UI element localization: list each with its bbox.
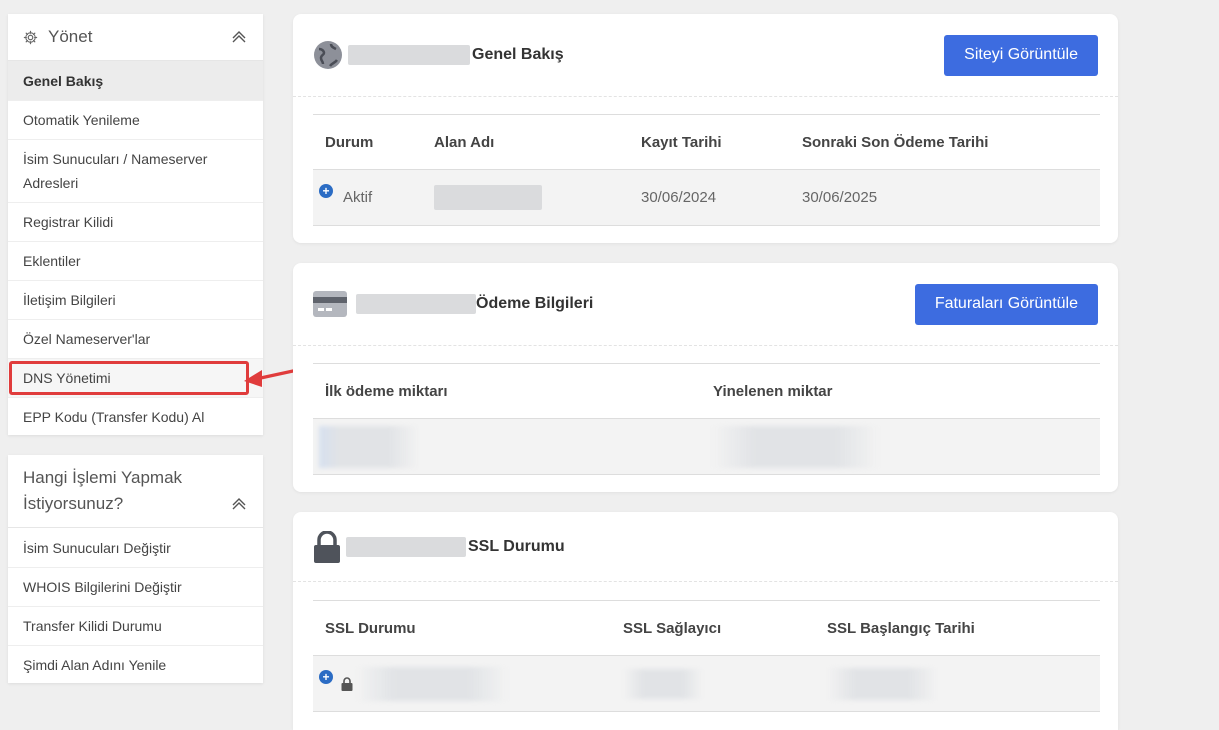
view-invoices-button[interactable]: Faturaları Görüntüle (914, 283, 1098, 325)
redacted-ssl-provider (623, 668, 703, 699)
next-due-value: 30/06/2025 (790, 169, 1100, 226)
billing-table: İlk ödeme miktarı Yinelenen miktar (313, 363, 1100, 475)
redacted-domain (348, 45, 470, 65)
actions-menu: İsim Sunucuları Değiştir WHOIS Bilgileri… (8, 528, 263, 684)
col-next-due: Sonraki Son Ödeme Tarihi (790, 114, 1100, 170)
actions-panel-header[interactable]: Hangi İşlemi Yapmak İstiyorsunuz? (8, 455, 263, 528)
table-row (313, 418, 1100, 475)
manage-panel-title: Yönet (48, 27, 93, 46)
overview-card: Genel Bakış Siteyi Görüntüle Durum Alan … (293, 14, 1118, 243)
credit-card-icon (313, 291, 347, 317)
billing-card-header: Ödeme Bilgileri Faturaları Görüntüle (293, 263, 1118, 346)
plus-circle-icon[interactable]: + (319, 670, 333, 684)
overview-table: Durum Alan Adı Kayıt Tarihi Sonraki Son … (313, 114, 1100, 226)
ssl-title: SSL Durumu (468, 537, 565, 555)
col-recurring: Yinelenen miktar (701, 363, 1100, 419)
manage-panel-header[interactable]: Yönet (8, 14, 263, 61)
sidebar-item-registrar-lock[interactable]: Registrar Kilidi (8, 202, 263, 241)
overview-title: Genel Bakış (472, 46, 564, 63)
table-row: + (313, 655, 1100, 712)
col-first-payment: İlk ödeme miktarı (313, 363, 701, 419)
gear-icon (23, 30, 38, 44)
col-ssl-provider: SSL Sağlayıcı (611, 600, 815, 656)
action-change-nameservers[interactable]: İsim Sunucuları Değiştir (8, 528, 263, 567)
sidebar-item-overview[interactable]: Genel Bakış (8, 61, 263, 100)
sidebar-item-auto-renew[interactable]: Otomatik Yenileme (8, 100, 263, 139)
plus-circle-icon[interactable]: + (319, 184, 333, 198)
col-registered: Kayıt Tarihi (629, 114, 790, 170)
sidebar-item-addons[interactable]: Eklentiler (8, 241, 263, 280)
status-value: Aktif (343, 189, 373, 206)
overview-card-header: Genel Bakış Siteyi Görüntüle (293, 14, 1118, 97)
redacted-recurring (713, 425, 878, 468)
globe-icon (314, 41, 342, 69)
redacted-domain (356, 294, 476, 314)
action-renew-domain[interactable]: Şimdi Alan Adını Yenile (8, 645, 263, 684)
chevron-up-icon[interactable] (230, 28, 248, 46)
col-domain: Alan Adı (422, 114, 629, 170)
action-transfer-lock[interactable]: Transfer Kilidi Durumu (8, 606, 263, 645)
view-site-button[interactable]: Siteyi Görüntüle (944, 34, 1098, 76)
lock-icon (341, 676, 353, 691)
sidebar-item-private-nameservers[interactable]: Özel Nameserver'lar (8, 319, 263, 358)
redacted-ssl-start (827, 667, 937, 700)
col-ssl-start: SSL Başlangıç Tarihi (815, 600, 1100, 656)
dns-highlight-box (9, 361, 249, 395)
registered-value: 30/06/2024 (629, 169, 790, 226)
redacted-ssl-status (357, 666, 508, 701)
ssl-card-header: SSL Durumu (293, 512, 1118, 582)
billing-card: Ödeme Bilgileri Faturaları Görüntüle İlk… (293, 263, 1118, 492)
redacted-domain-cell (434, 185, 542, 210)
ssl-table: SSL Durumu SSL Sağlayıcı SSL Başlangıç T… (313, 600, 1100, 712)
redacted-domain (346, 536, 466, 557)
sidebar-item-contact-info[interactable]: İletişim Bilgileri (8, 280, 263, 319)
chevron-up-icon[interactable] (230, 495, 248, 513)
col-ssl-status: SSL Durumu (313, 600, 611, 656)
sidebar-item-nameservers[interactable]: İsim Sunucuları / Nameserver Adresleri (8, 139, 263, 202)
ssl-card: SSL Durumu SSL Durumu SSL Sağlayıcı SSL … (293, 512, 1118, 730)
redacted-first-payment (319, 425, 419, 468)
table-row: + Aktif 30/06/2024 30/06/2025 (313, 169, 1100, 226)
lock-icon (314, 530, 340, 563)
actions-panel: Hangi İşlemi Yapmak İstiyorsunuz? İsim S… (8, 455, 263, 683)
action-change-whois[interactable]: WHOIS Bilgilerini Değiştir (8, 567, 263, 606)
actions-panel-title: Hangi İşlemi Yapmak İstiyorsunuz? (23, 468, 183, 513)
sidebar-item-epp-code[interactable]: EPP Kodu (Transfer Kodu) Al (8, 397, 263, 436)
col-status: Durum (313, 114, 422, 170)
billing-title: Ödeme Bilgileri (476, 295, 594, 312)
